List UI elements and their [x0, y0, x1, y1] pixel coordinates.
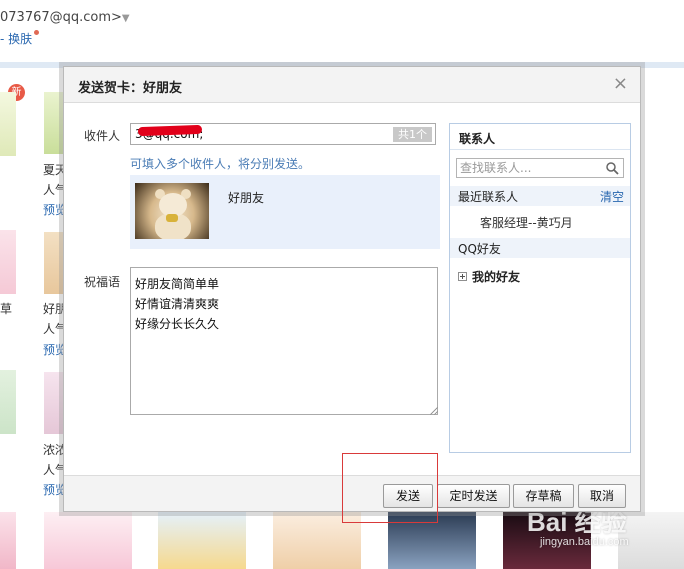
close-icon[interactable]: ×: [613, 74, 628, 94]
account-email[interactable]: 073767@qq.com>▼: [0, 10, 130, 25]
recipient-count-badge: 共1个: [393, 127, 432, 142]
dialog-titlebar[interactable]: 发送贺卡：好朋友 ×: [64, 67, 640, 103]
skin-link[interactable]: - 换肤: [0, 30, 40, 47]
chevron-down-icon[interactable]: ▼: [122, 13, 130, 24]
schedule-send-button[interactable]: 定时发送: [437, 484, 510, 508]
contacts-panel: 联系人 最近联系人 清空 客服经理--黄巧月 QQ好友 我的好友: [449, 123, 631, 453]
recent-contact-item[interactable]: 客服经理--黄巧月: [480, 214, 573, 231]
resize-grip-icon[interactable]: [430, 407, 438, 415]
notification-dot-icon: [34, 30, 40, 35]
card-thumbnail[interactable]: [0, 512, 16, 569]
contacts-title: 联系人: [450, 124, 630, 150]
search-icon[interactable]: [605, 161, 619, 175]
card-title[interactable]: 草: [0, 300, 12, 317]
watermark-url: jingyan.baidu.com: [540, 536, 629, 548]
card-name: 好朋友: [228, 191, 265, 205]
card-preview: 好朋友: [130, 175, 440, 249]
clear-recent-button[interactable]: 清空: [600, 188, 624, 205]
recipient-hint: 可填入多个收件人，将分别发送。: [130, 157, 311, 171]
annotation-highlight-box: [342, 453, 438, 523]
teddy-bear-icon: [166, 214, 178, 222]
send-card-dialog: 发送贺卡：好朋友 × 收件人 3@qq.com; 共1个 可填入多个收件人，将分…: [63, 66, 641, 512]
card-thumbnail[interactable]: [0, 230, 16, 294]
qq-friends-header[interactable]: QQ好友: [450, 238, 630, 258]
recipient-input[interactable]: 3@qq.com; 共1个: [130, 123, 436, 145]
friend-group-item[interactable]: 我的好友: [458, 268, 520, 285]
greeting-label: 祝福语: [84, 275, 121, 289]
contact-search-input[interactable]: [457, 159, 605, 177]
card-thumbnail[interactable]: [0, 370, 16, 434]
save-draft-button[interactable]: 存草稿: [513, 484, 574, 508]
card-thumbnail[interactable]: [0, 92, 16, 156]
dialog-title: 发送贺卡：好朋友: [78, 81, 183, 96]
contact-search[interactable]: [456, 158, 624, 178]
expand-plus-icon[interactable]: [458, 272, 467, 281]
cancel-button[interactable]: 取消: [578, 484, 626, 508]
greeting-textarea[interactable]: 好朋友简简单单 好情谊清清爽爽 好缘分长长久久: [130, 267, 438, 415]
friend-group-label: 我的好友: [472, 270, 521, 284]
card-thumbnail[interactable]: [158, 512, 246, 569]
card-thumbnail: [135, 183, 209, 239]
recent-contacts-label: 最近联系人: [458, 190, 519, 204]
recipient-label: 收件人: [84, 129, 121, 143]
background-header: 073767@qq.com>▼ - 换肤: [0, 0, 684, 62]
recent-contacts-header: 最近联系人 清空: [450, 186, 630, 206]
card-thumbnail[interactable]: [44, 512, 132, 569]
